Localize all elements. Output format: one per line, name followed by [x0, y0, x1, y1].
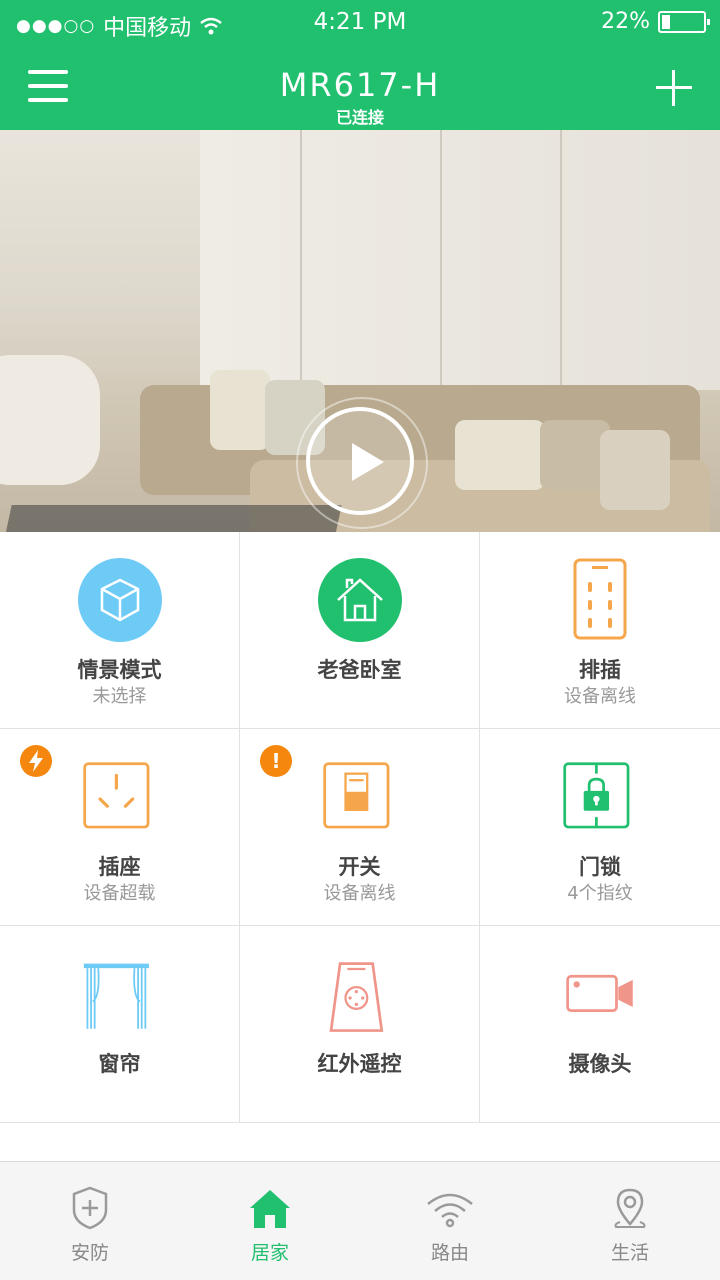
device-title: MR617-H	[279, 66, 441, 104]
tab-router[interactable]: 路由	[360, 1162, 540, 1280]
device-tile-camera[interactable]: 摄像头	[480, 926, 720, 1123]
device-status: 未选择	[92, 686, 147, 707]
home-icon	[318, 558, 402, 642]
device-status: 设备离线	[323, 883, 396, 904]
device-label: 窗帘	[98, 1052, 141, 1076]
location-pin-icon	[614, 1188, 646, 1228]
banner-image	[200, 130, 720, 390]
cube-icon	[78, 558, 162, 642]
banner-carousel[interactable]	[0, 130, 720, 532]
device-status: 设备离线	[564, 686, 636, 707]
device-status: 4个指纹	[567, 883, 633, 904]
device-tile-door-lock[interactable]: 门锁 4个指纹	[480, 729, 720, 926]
tab-label: 路由	[430, 1242, 469, 1264]
device-label: 红外遥控	[317, 1052, 402, 1076]
device-tile-switch[interactable]: ! 开关 设备离线	[240, 729, 480, 926]
power-strip-icon	[573, 558, 627, 640]
device-status: 设备超载	[83, 883, 156, 904]
device-label: 门锁	[579, 855, 621, 879]
overload-badge	[20, 745, 52, 777]
device-tile-power-strip[interactable]: 排插 设备离线	[480, 532, 720, 729]
device-tile-room[interactable]: 老爸卧室	[240, 532, 480, 729]
shield-icon	[72, 1186, 108, 1230]
tab-security[interactable]: 安防	[0, 1162, 180, 1280]
device-label: 插座	[98, 855, 141, 879]
device-label: 情景模式	[77, 658, 162, 682]
device-tile-socket[interactable]: 插座 设备超载	[0, 729, 240, 926]
device-tile-curtain[interactable]: 窗帘	[0, 926, 240, 1123]
play-button[interactable]	[296, 397, 428, 529]
tab-label: 生活	[610, 1242, 649, 1264]
device-grid: 情景模式 未选择 老爸卧室 排插 设备离线 插座 设备超载 ! 开关 设备离线 …	[0, 532, 720, 1123]
warning-badge: !	[260, 745, 292, 777]
status-right: 22%	[601, 9, 710, 34]
tab-home[interactable]: 居家	[180, 1162, 360, 1280]
device-label: 摄像头	[568, 1052, 632, 1076]
connection-status: 已连接	[335, 108, 384, 127]
lightning-icon	[29, 750, 43, 772]
switch-icon	[323, 762, 390, 829]
battery-percent: 22%	[601, 9, 650, 34]
device-label: 老爸卧室	[317, 658, 402, 682]
socket-icon	[83, 762, 150, 829]
tab-label: 安防	[70, 1242, 109, 1264]
remote-icon	[329, 962, 384, 1032]
bottom-tab-bar: 安防 居家 路由 生活	[0, 1161, 720, 1280]
tab-life[interactable]: 生活	[540, 1162, 720, 1280]
battery-icon	[658, 10, 710, 33]
add-button[interactable]	[656, 70, 692, 106]
lock-icon	[563, 762, 630, 829]
device-tile-ir-remote[interactable]: 红外遥控	[240, 926, 480, 1123]
device-label: 开关	[338, 855, 381, 879]
app-header: ●●●○○ 中国移动 4:21 PM 22% MR617-H 已连接	[0, 0, 720, 130]
device-label: 排插	[579, 658, 621, 682]
device-tile-scene[interactable]: 情景模式 未选择	[0, 532, 240, 729]
wifi-icon	[427, 1193, 473, 1228]
curtain-icon	[83, 963, 149, 1029]
status-bar: ●●●○○ 中国移动 4:21 PM 22%	[0, 0, 720, 48]
house-icon	[250, 1190, 290, 1228]
camera-icon	[566, 974, 633, 1013]
tab-label: 居家	[250, 1242, 289, 1264]
